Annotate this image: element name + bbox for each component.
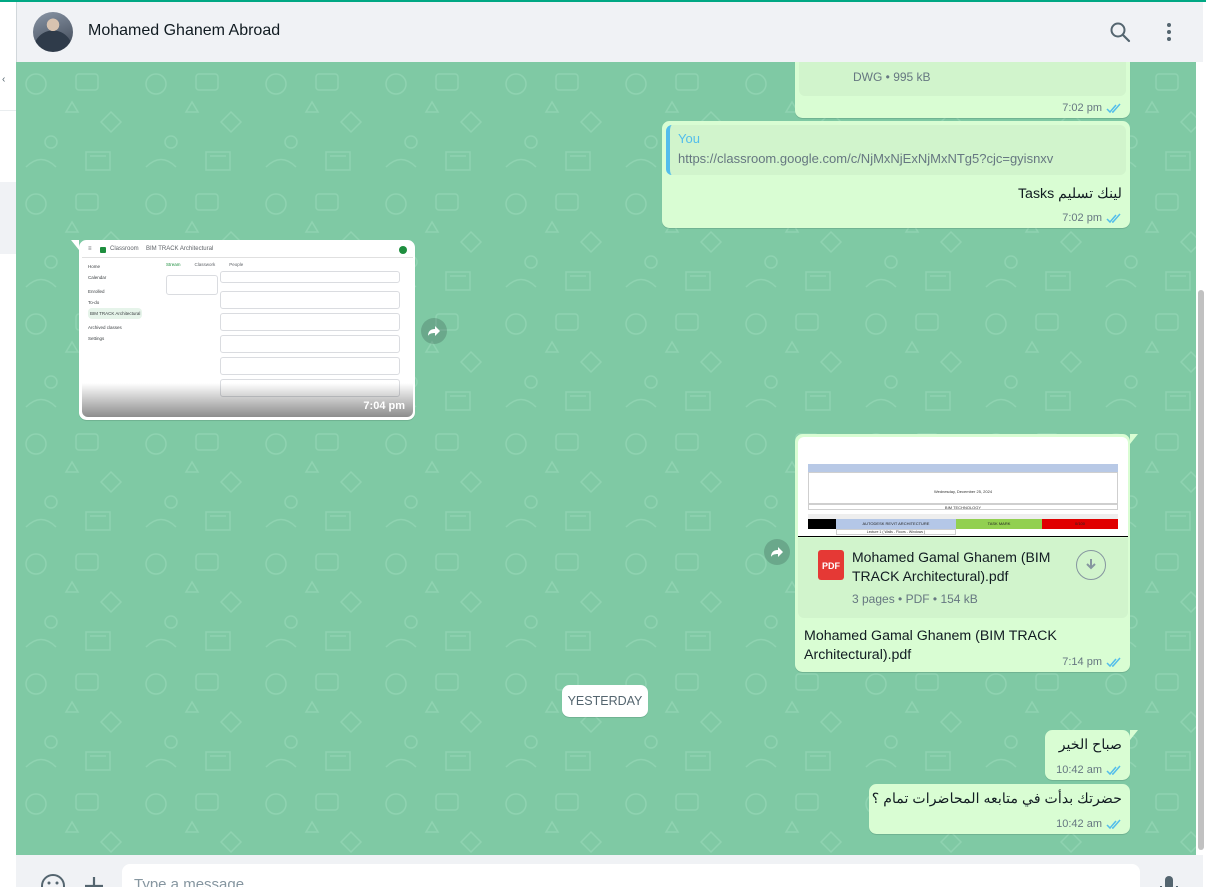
preview-app-title: Classroom — [110, 246, 139, 252]
double-check-icon — [1106, 103, 1121, 113]
preview-avatar — [399, 246, 407, 254]
bubble-tail — [1130, 434, 1138, 444]
preview-tab: Classwork — [194, 262, 216, 267]
image-message[interactable]: ≡ Classroom BIM TRACK Architectural Home… — [71, 240, 415, 420]
message-time: 7:14 pm — [1062, 656, 1102, 668]
menu-icon[interactable] — [1157, 20, 1181, 44]
bubble-tail — [71, 240, 79, 250]
pdf-file-card[interactable]: PDF Mohamed Gamal Ghanem (BIM TRACK Arch… — [798, 538, 1128, 618]
message-meta: 10:42 am — [1056, 764, 1122, 776]
preview-title-band — [808, 464, 1118, 472]
message-meta: 10:42 am — [1056, 818, 1122, 830]
file-meta: 3 pages • PDF • 154 kB — [852, 592, 978, 606]
file-meta: DWG • 995 kB — [853, 70, 931, 84]
preview-footer-row: Lecture 1 ( Walls - Floors - Windows ) — [836, 529, 956, 535]
message-text: حضرتك بدأت في متابعه المحاضرات تمام ؟ — [871, 791, 1122, 807]
classroom-logo-icon — [100, 247, 106, 253]
preview-nav-item: Archived classes — [88, 325, 122, 330]
plus-icon[interactable] — [81, 873, 107, 887]
preview-cell-black — [808, 519, 836, 529]
message-time: 7:02 pm — [1062, 102, 1102, 114]
preview-nav-item: Enrolled — [88, 289, 105, 294]
message-text: لينك تسليم Tasks — [1017, 186, 1122, 202]
greeting-message[interactable]: صباح الخير 10:42 am — [1045, 730, 1138, 780]
avatar[interactable] — [33, 12, 73, 52]
preview-class-title: BIM TRACK Architectural — [146, 246, 214, 252]
file-name: Mohamed Gamal Ghanem (BIM TRACK Architec… — [852, 549, 1051, 584]
message-meta: 7:14 pm — [1062, 656, 1122, 668]
image-thumbnail[interactable]: ≡ Classroom BIM TRACK Architectural Home… — [82, 243, 413, 417]
double-check-icon — [1106, 765, 1121, 775]
message-text: صباح الخير — [1058, 737, 1122, 753]
pdf-icon: PDF — [818, 550, 844, 580]
chat-header[interactable]: Mohamed Ghanem Abroad — [16, 2, 1203, 62]
preview-heading: BIM TECHNOLOGY — [808, 504, 1118, 510]
scrollbar-thumb[interactable] — [1198, 290, 1204, 850]
forward-icon — [771, 547, 783, 557]
double-check-icon — [1106, 213, 1121, 223]
question-message[interactable]: حضرتك بدأت في متابعه المحاضرات تمام ؟ 10… — [869, 784, 1130, 834]
preview-announce-box — [220, 271, 400, 283]
download-icon — [1086, 559, 1096, 570]
forward-button[interactable] — [421, 318, 447, 344]
chevron-left-icon: ‹ — [2, 74, 6, 85]
preview-menu-icon: ≡ — [88, 246, 92, 252]
bubble-tail — [1130, 730, 1138, 740]
preview-edge — [798, 536, 1128, 537]
message-meta: 7:02 pm — [1062, 102, 1122, 114]
preview-tabs: Stream Classwork People — [166, 262, 243, 267]
preview-nav-item-active: BIM TRACK Architectural — [88, 308, 143, 319]
message-time: 7:04 pm — [363, 400, 405, 412]
divider — [0, 110, 16, 111]
pdf-preview[interactable]: Wednesday, December 25, 2024 BIM TECHNOL… — [798, 437, 1128, 537]
preview-nav: Home Calendar Enrolled To-do BIM TRACK A… — [88, 261, 143, 344]
message-time: 7:02 pm — [1062, 212, 1102, 224]
preview-nav-item: Calendar — [88, 275, 107, 280]
preview-row: Wednesday, December 25, 2024 — [933, 489, 993, 494]
emoji-icon[interactable] — [40, 873, 66, 887]
message-meta: 7:02 pm — [1062, 212, 1122, 224]
preview-post — [220, 335, 400, 353]
preview-nav-item: Settings — [88, 336, 105, 341]
preview-post — [220, 313, 400, 331]
preview-cell-green: TASK MARK — [956, 519, 1042, 529]
forward-button[interactable] — [764, 539, 790, 565]
preview-tab: Stream — [166, 262, 181, 267]
double-check-icon — [1106, 819, 1121, 829]
preview-topbar: ≡ Classroom BIM TRACK Architectural — [82, 243, 413, 258]
message-time: 10:42 am — [1056, 818, 1102, 830]
contact-name[interactable]: Mohamed Ghanem Abroad — [88, 22, 280, 40]
link-message[interactable]: You https://classroom.google.com/c/NjMxN… — [662, 121, 1130, 228]
quoted-message[interactable]: You https://classroom.google.com/c/NjMxN… — [666, 125, 1126, 175]
microphone-icon[interactable] — [1156, 873, 1182, 887]
conversation-panel[interactable]: DWG • 995 kB 7:02 pm You https://classro… — [16, 62, 1203, 855]
whatsapp-window: ‹ Mohamed Ghanem Abroad DWG • 995 kB 7:0… — [0, 0, 1206, 887]
chat-list-edge: ‹ — [0, 2, 16, 887]
date-divider: YESTERDAY — [562, 685, 648, 717]
preview-upcoming-card — [166, 275, 218, 295]
double-check-icon — [1106, 657, 1121, 667]
message-time: 10:42 am — [1056, 764, 1102, 776]
preview-info-block: Wednesday, December 25, 2024 — [808, 472, 1118, 504]
preview-tab: People — [229, 262, 244, 267]
forward-icon — [428, 326, 440, 336]
preview-post — [220, 291, 400, 309]
preview-nav-item: Home — [88, 264, 101, 269]
pdf-message[interactable]: Wednesday, December 25, 2024 BIM TECHNOL… — [795, 434, 1138, 672]
pdf-badge: PDF — [822, 561, 840, 571]
message-composer — [16, 855, 1203, 887]
preview-cell-red: 0/100 — [1042, 519, 1118, 529]
message-caption: Mohamed Gamal Ghanem (BIM TRACK Architec… — [804, 628, 1057, 663]
search-icon[interactable] — [1108, 20, 1132, 44]
quote-text: https://classroom.google.com/c/NjMxNjExN… — [678, 151, 1054, 166]
file-card[interactable]: DWG • 995 kB — [799, 62, 1126, 96]
preview-cell-blue: AUTODESK REVIT ARCHITECTURE — [836, 519, 956, 529]
dwg-file-message[interactable]: DWG • 995 kB 7:02 pm — [795, 62, 1130, 118]
preview-post — [220, 357, 400, 375]
preview-nav-item: To-do — [88, 300, 100, 305]
selected-chat-edge[interactable] — [0, 182, 16, 254]
quote-author: You — [678, 131, 700, 146]
message-input[interactable] — [122, 864, 1140, 887]
download-button[interactable] — [1076, 550, 1106, 580]
